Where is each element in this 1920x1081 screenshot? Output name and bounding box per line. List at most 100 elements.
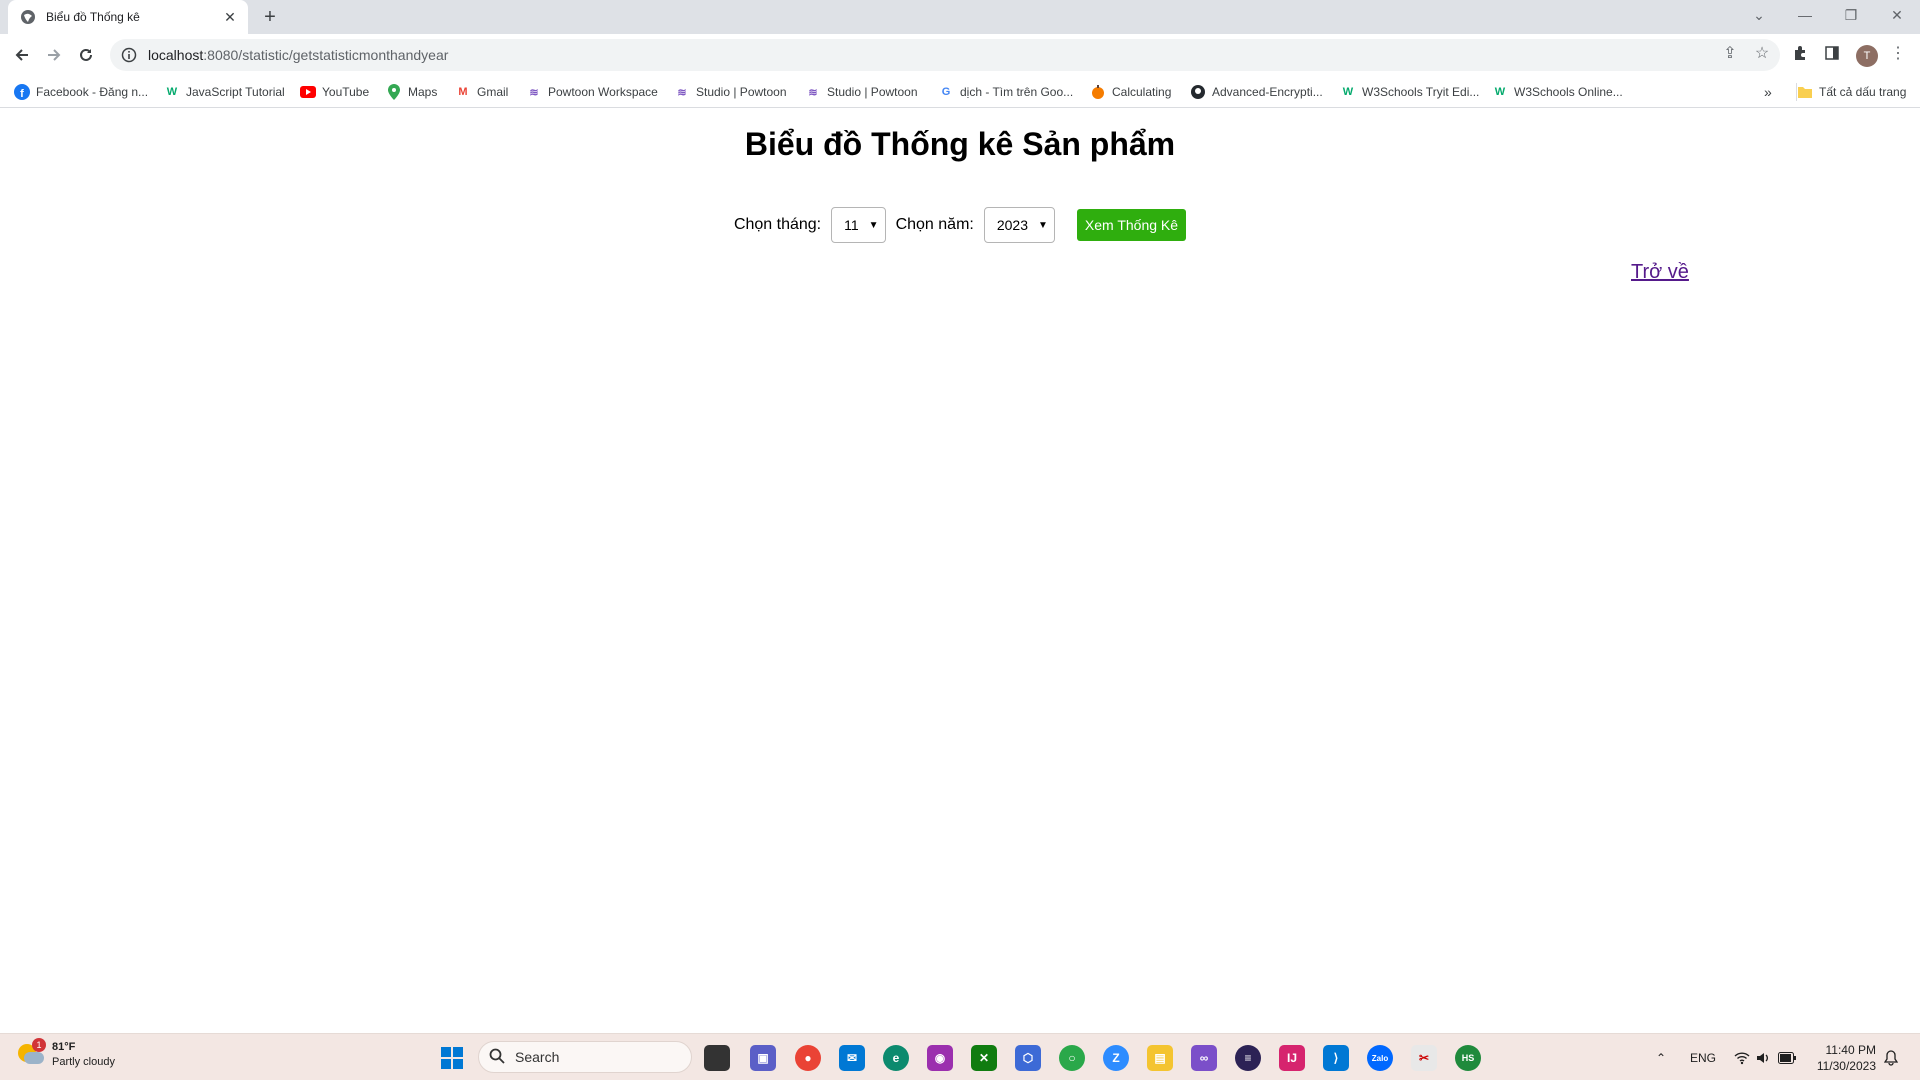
bookmark-item[interactable]: W JavaScript Tutorial	[164, 83, 285, 101]
month-label: Chọn tháng:	[733, 216, 822, 233]
youtube-icon	[300, 84, 316, 100]
show-hidden-icons-button[interactable]: ⌃	[1656, 1034, 1666, 1081]
reload-icon[interactable]	[72, 41, 100, 69]
windows-start-icon[interactable]	[439, 1045, 465, 1071]
edge-icon[interactable]: e	[883, 1045, 909, 1071]
bookmark-item[interactable]: Calculating	[1090, 83, 1171, 101]
notification-badge: 1	[32, 1038, 46, 1052]
bookmarks-overflow-button[interactable]: »	[1764, 83, 1772, 101]
circle-app-icon[interactable]: ○	[1059, 1045, 1085, 1071]
chrome-icon[interactable]: ●	[795, 1045, 821, 1071]
close-window-button[interactable]: ✕	[1874, 0, 1920, 30]
forward-arrow-icon[interactable]	[40, 41, 68, 69]
clock[interactable]: 11:40 PM 11/30/2023	[1800, 1042, 1876, 1074]
bookmark-item[interactable]: YouTube	[300, 83, 369, 101]
restore-button[interactable]: ❐	[1828, 0, 1874, 30]
google-icon: G	[941, 86, 951, 98]
snipping-tool-icon[interactable]: ✂	[1411, 1045, 1437, 1071]
globe-icon	[20, 9, 36, 25]
zalo-icon[interactable]: Zalo	[1367, 1045, 1393, 1071]
temperature-text: 81°F	[52, 1041, 76, 1053]
chevron-down-icon: ▼	[868, 219, 879, 231]
github-icon	[1190, 84, 1206, 100]
wifi-icon[interactable]	[1734, 1034, 1750, 1081]
tab-search-icon[interactable]: ⌄	[1736, 0, 1782, 30]
vscode-icon[interactable]: ⟩	[1323, 1045, 1349, 1071]
facebook-icon: f	[14, 84, 30, 100]
notification-bell-icon[interactable]	[1884, 1034, 1898, 1081]
bookmark-item[interactable]: M Gmail	[455, 83, 508, 101]
url-text: localhost:8080/statistic/getstatisticmon…	[148, 47, 449, 63]
menu-kebab-icon[interactable]: ⋮	[1884, 39, 1912, 67]
chevron-down-icon: ▼	[1038, 219, 1048, 231]
page-title: Biểu đồ Thống kê Sản phẩm	[744, 126, 1176, 162]
page-content: Biểu đồ Thống kê Sản phẩm Chọn tháng: 11…	[0, 108, 1920, 1033]
taskbar-search-input[interactable]: Search	[478, 1041, 692, 1073]
bookmark-item[interactable]: ≋ Studio | Powtoon	[805, 83, 917, 101]
clock-date: 11/30/2023	[1816, 1059, 1876, 1073]
eclipse-icon[interactable]: ≡	[1235, 1045, 1261, 1071]
share-icon[interactable]: ⇪	[1716, 39, 1744, 67]
battery-icon[interactable]	[1778, 1034, 1796, 1081]
weather-widget[interactable]: 1 81°F Partly cloudy	[18, 1038, 115, 1070]
browser-toolbar: localhost:8080/statistic/getstatisticmon…	[0, 34, 1920, 76]
powtoon-icon: ≋	[808, 86, 818, 99]
search-icon	[489, 1048, 505, 1067]
volume-icon[interactable]	[1756, 1034, 1772, 1081]
extensions-icon[interactable]	[1786, 39, 1814, 67]
w3schools-icon: W	[1494, 86, 1506, 98]
w3schools-icon: W	[1342, 86, 1354, 98]
intellij-icon[interactable]: IJ	[1279, 1045, 1305, 1071]
month-select[interactable]: 11 ▼	[831, 207, 886, 243]
bookmark-item[interactable]: ≋ Studio | Powtoon	[674, 83, 786, 101]
site-info-icon[interactable]	[120, 46, 138, 64]
xbox-icon[interactable]: ✕	[971, 1045, 997, 1071]
teams-chat-icon[interactable]: ▣	[750, 1045, 776, 1071]
hexagon-app-icon[interactable]: ⬡	[1015, 1045, 1041, 1071]
minimize-button[interactable]: —	[1782, 0, 1828, 30]
tab-strip: Biểu đồ Thống kê ✕ + ⌄ — ❐ ✕	[0, 0, 1920, 34]
back-arrow-icon[interactable]	[8, 41, 36, 69]
weather-text: Partly cloudy	[52, 1056, 115, 1068]
svg-text:f: f	[20, 88, 24, 100]
powtoon-icon: ≋	[529, 86, 539, 99]
w3schools-icon: W	[166, 86, 178, 98]
statistic-filter-form: Chọn tháng: 11 ▼ Chọn năm: 2023 ▼ Xem Th…	[0, 207, 1920, 243]
visual-studio-icon[interactable]: ∞	[1191, 1045, 1217, 1071]
bookmarks-bar: f Facebook - Đăng n... W JavaScript Tuto…	[0, 76, 1920, 108]
podcast-app-icon[interactable]: ◉	[927, 1045, 953, 1071]
hs-app-icon[interactable]: HS	[1455, 1045, 1481, 1071]
tab-title: Biểu đồ Thống kê	[46, 10, 140, 24]
new-tab-button[interactable]: +	[258, 5, 282, 29]
gmail-icon: M	[458, 86, 468, 98]
file-explorer-icon[interactable]: ▤	[1147, 1045, 1173, 1071]
powtoon-icon: ≋	[677, 86, 687, 99]
bookmark-star-icon[interactable]: ☆	[1748, 39, 1776, 67]
windows-taskbar: 1 81°F Partly cloudy Search ▣ ● ✉ e ◉ ✕ …	[0, 1033, 1920, 1080]
view-statistic-button[interactable]: Xem Thống Kê	[1076, 209, 1187, 241]
bookmark-item[interactable]: G dịch - Tìm trên Goo...	[938, 83, 1073, 101]
zoom-icon[interactable]: Z	[1103, 1045, 1129, 1071]
year-label: Chọn năm:	[895, 216, 974, 233]
task-view-icon[interactable]	[704, 1045, 730, 1071]
close-tab-icon[interactable]: ✕	[222, 9, 238, 25]
pumpkin-icon	[1090, 84, 1106, 100]
bookmark-item[interactable]: W W3Schools Online...	[1492, 83, 1623, 101]
clock-time: 11:40 PM	[1825, 1043, 1876, 1057]
back-link[interactable]: Trở về	[1631, 261, 1689, 284]
bookmark-item[interactable]: Maps	[386, 83, 437, 101]
bookmark-item[interactable]: ≋ Powtoon Workspace	[526, 83, 657, 101]
profile-avatar[interactable]: T	[1856, 45, 1878, 67]
bookmark-item[interactable]: f Facebook - Đăng n...	[14, 83, 148, 101]
year-select[interactable]: 2023 ▼	[983, 207, 1055, 243]
browser-tab-active[interactable]: Biểu đồ Thống kê ✕	[8, 0, 248, 34]
address-bar[interactable]: localhost:8080/statistic/getstatisticmon…	[110, 39, 1780, 71]
bookmark-item[interactable]: Advanced-Encrypti...	[1190, 83, 1323, 101]
side-panel-icon[interactable]	[1818, 39, 1846, 67]
mail-icon[interactable]: ✉	[839, 1045, 865, 1071]
maps-icon	[386, 84, 402, 100]
language-indicator[interactable]: ENG	[1690, 1034, 1716, 1081]
bookmark-item[interactable]: W W3Schools Tryit Edi...	[1340, 83, 1480, 101]
all-bookmarks-folder[interactable]: Tất cả dấu trang	[1796, 83, 1906, 101]
partly-cloudy-icon: 1	[18, 1038, 46, 1068]
